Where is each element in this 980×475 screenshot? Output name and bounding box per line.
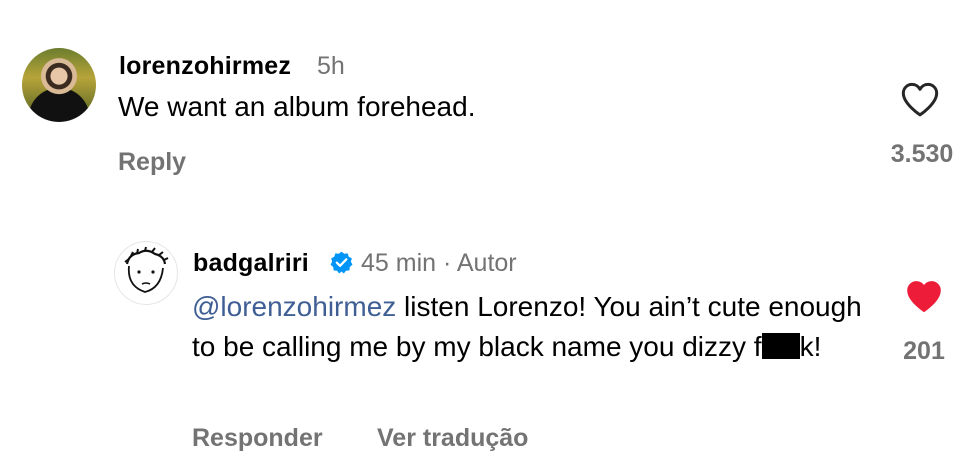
- mention-link[interactable]: @lorenzohirmez: [192, 291, 396, 322]
- comment-text: We want an album forehead.: [118, 91, 476, 122]
- comment-username[interactable]: lorenzohirmez: [119, 52, 291, 81]
- heart-outline-icon[interactable]: [900, 80, 940, 118]
- heart-filled-icon[interactable]: [905, 278, 943, 314]
- reply-button[interactable]: Reply: [118, 148, 186, 177]
- reply-button[interactable]: Responder: [192, 424, 323, 453]
- like-count: 201: [903, 337, 945, 365]
- comment-text-part: k!: [799, 331, 822, 362]
- comment-timestamp-author: 45 min · Autor: [361, 249, 517, 277]
- sketch-face-icon: [124, 246, 169, 293]
- comment-username[interactable]: badgalriri: [193, 249, 309, 278]
- like-count: 3.530: [890, 140, 954, 168]
- avatar-badgalriri[interactable]: [114, 241, 178, 305]
- avatar-lorenzohirmez[interactable]: [22, 48, 96, 122]
- see-translation-button[interactable]: Ver tradução: [377, 424, 528, 453]
- censor-bar: [761, 333, 800, 359]
- verified-badge-icon: [330, 251, 353, 274]
- comment-timestamp: 5h: [317, 52, 345, 80]
- comment-text: @lorenzohirmez listen Lorenzo! You ain’t…: [192, 287, 872, 367]
